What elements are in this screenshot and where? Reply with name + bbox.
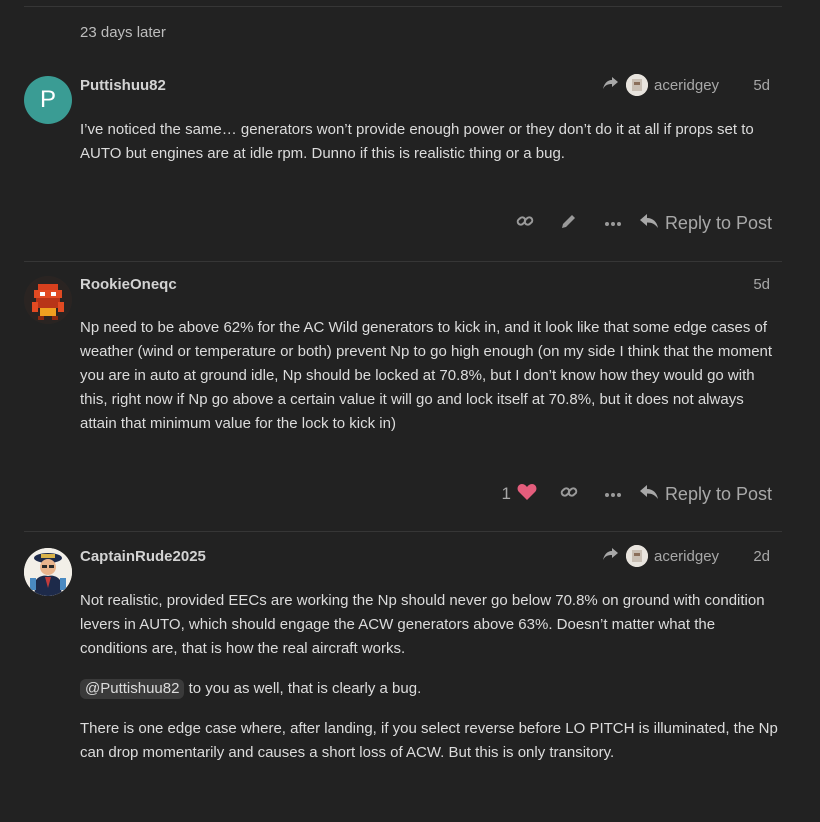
- reply-to-avatar: [626, 545, 648, 567]
- reply-to-avatar: [626, 74, 648, 96]
- pilot-avatar-icon: [24, 548, 72, 596]
- link-icon: [516, 212, 534, 235]
- post-body: Np need to be above 62% for the AC Wild …: [80, 316, 780, 452]
- post-paragraph: Np need to be above 62% for the AC Wild …: [80, 319, 773, 432]
- post-body: I’ve noticed the same… generators won’t …: [80, 118, 780, 182]
- avatar[interactable]: P: [24, 76, 72, 124]
- mention-text: to you as well, that is clearly a bug.: [184, 680, 422, 697]
- post-actions: 1 Reply to Post: [501, 480, 772, 508]
- avatar-letter: P: [39, 86, 56, 113]
- post-actions: Reply to Post: [503, 209, 772, 237]
- topic-stream: 23 days later P Puttishuu82 aceridgey 5d…: [0, 0, 820, 822]
- post-username[interactable]: RookieOneqc: [80, 276, 177, 293]
- post-paragraph-mention: @Puttishuu82 to you as well, that is cle…: [80, 677, 780, 701]
- heart-icon: [517, 483, 537, 506]
- reply-arrow-icon: [639, 213, 659, 234]
- reply-button[interactable]: Reply to Post: [635, 213, 772, 234]
- post-paragraph: Not realistic, provided EECs are working…: [80, 592, 765, 657]
- reply-to-indicator[interactable]: aceridgey: [602, 545, 719, 567]
- reply-label: Reply to Post: [664, 483, 772, 504]
- divider: [24, 531, 782, 532]
- post-date[interactable]: 5d: [753, 276, 770, 293]
- reply-to-indicator[interactable]: aceridgey: [602, 74, 719, 96]
- share-arrow-icon: [602, 75, 620, 95]
- divider: [24, 6, 782, 7]
- link-button[interactable]: [547, 480, 591, 508]
- divider: [24, 261, 782, 262]
- link-icon: [560, 483, 578, 506]
- reply-to-username: aceridgey: [654, 76, 720, 94]
- edit-button[interactable]: [547, 209, 591, 237]
- avatar[interactable]: [24, 276, 72, 324]
- avatar[interactable]: [24, 548, 72, 596]
- more-button[interactable]: [591, 209, 635, 237]
- post-paragraph: There is one edge case where, after land…: [80, 720, 778, 761]
- more-icon: [604, 485, 622, 503]
- share-arrow-icon: [602, 546, 620, 566]
- post-body: Not realistic, provided EECs are working…: [80, 589, 780, 781]
- post-username[interactable]: CaptainRude2025: [80, 548, 206, 565]
- reply-to-username: aceridgey: [654, 547, 720, 565]
- more-button[interactable]: [591, 480, 635, 508]
- user-mention-link[interactable]: @Puttishuu82: [80, 679, 185, 699]
- like-button[interactable]: 1: [501, 483, 546, 506]
- like-count: 1: [501, 484, 511, 503]
- post-date[interactable]: 2d: [753, 548, 770, 565]
- reply-button[interactable]: Reply to Post: [635, 484, 772, 505]
- reply-arrow-icon: [639, 484, 659, 505]
- link-button[interactable]: [503, 209, 547, 237]
- time-gap-label: 23 days later: [80, 24, 166, 41]
- reply-label: Reply to Post: [664, 212, 772, 233]
- more-icon: [604, 214, 622, 232]
- post-date[interactable]: 5d: [753, 77, 770, 94]
- post-username[interactable]: Puttishuu82: [80, 77, 166, 94]
- pencil-icon: [560, 212, 578, 235]
- pixel-avatar-icon: [24, 276, 72, 324]
- post-paragraph: I’ve noticed the same… generators won’t …: [80, 121, 754, 162]
